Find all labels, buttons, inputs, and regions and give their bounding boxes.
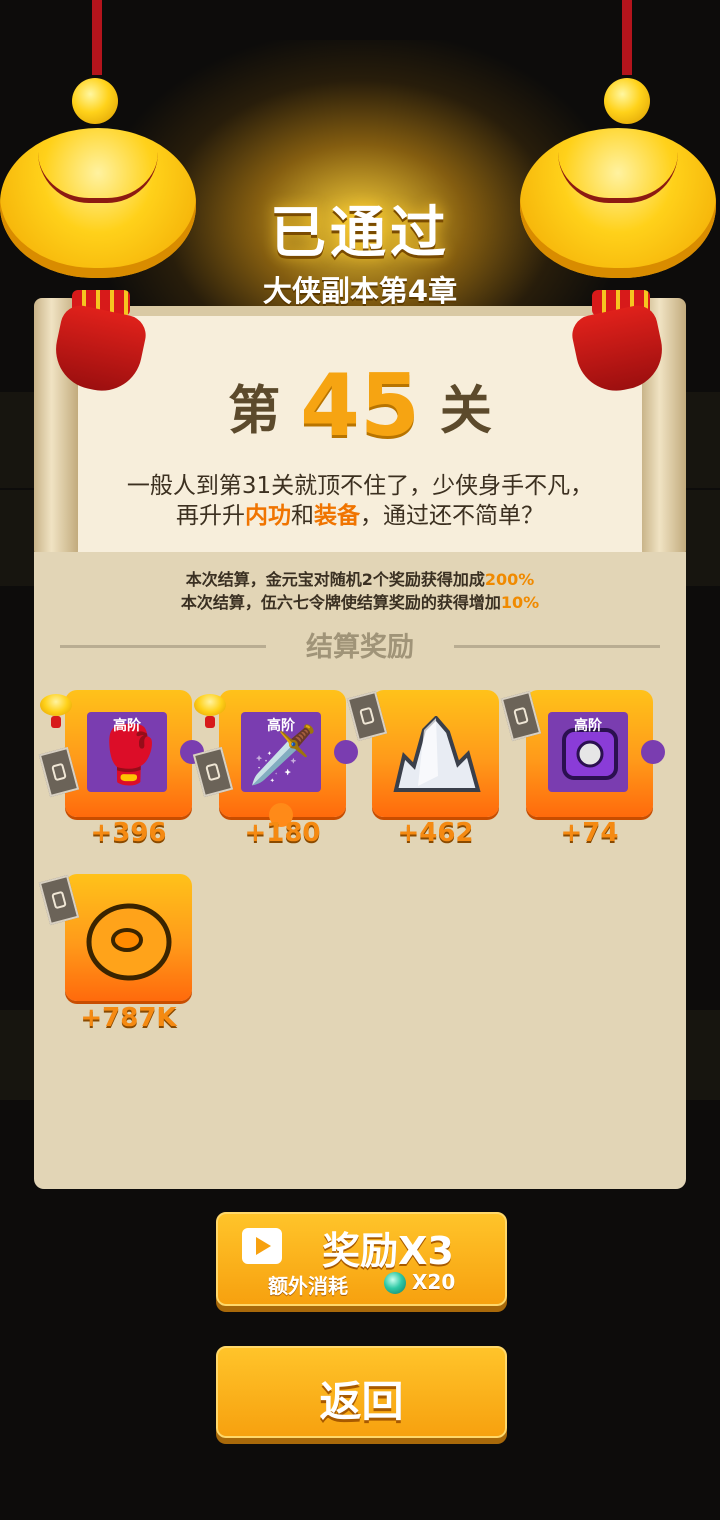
gold-ingot-badge-icon	[194, 694, 226, 716]
stage-description-line2: 再升升内功和装备，通过还不简单？	[0, 496, 720, 530]
tier-label: 高阶	[267, 718, 295, 734]
tier-label: 高阶	[574, 718, 602, 734]
bonus-text: 本次结算，伍六七令牌使结算奖励的获得增加	[180, 593, 501, 612]
tassel-icon	[51, 716, 61, 728]
stage-indicator: 第 45 关	[0, 356, 720, 456]
crystal-icon	[382, 715, 490, 796]
bonus-text: 本次结算，金元宝对随机2个奖励获得加成	[185, 570, 485, 589]
reward-amount: +74	[560, 818, 619, 848]
inner-power-highlight: 内功	[245, 503, 291, 529]
rewards-section-title: 结算奖励	[306, 632, 414, 663]
stage-prefix: 第	[228, 381, 281, 442]
desc-text: ，通过还不简单？	[360, 503, 544, 529]
reward-card[interactable]	[372, 690, 499, 817]
desc-text: 和	[291, 503, 314, 529]
back-button[interactable]: 返回	[216, 1346, 507, 1438]
extra-cost-label: 额外消耗	[268, 1274, 348, 1298]
desc-text: 再升升	[176, 503, 245, 529]
tier-label: 高阶	[113, 718, 141, 734]
reward-amount: +396	[90, 818, 167, 848]
gold-ingot-right-icon	[520, 0, 720, 399]
extra-cost-value: X20	[412, 1270, 456, 1294]
gem-icon	[384, 1272, 406, 1294]
stage-number: 45	[300, 356, 420, 456]
bonus-percent: 10%	[500, 593, 540, 612]
reward-card[interactable]: 🥊 高阶	[65, 690, 204, 817]
gold-ingot-left-icon	[0, 0, 200, 399]
bonus-info-line1: 本次结算，金元宝对随机2个奖励获得加成200%	[0, 566, 720, 590]
tassel-icon	[205, 716, 215, 728]
stage-suffix: 关	[439, 381, 492, 442]
reward-card[interactable]: 🗡️ 高阶	[219, 690, 358, 827]
bonus-info-line2: 本次结算，伍六七令牌使结算奖励的获得增加10%	[0, 589, 720, 613]
reward-amount: +462	[397, 818, 474, 848]
reward-card[interactable]	[65, 874, 192, 1001]
reward-amount: +180	[244, 818, 321, 848]
reward-amount: +787K	[80, 1003, 177, 1033]
reward-x3-label: 奖励X3	[322, 1229, 454, 1273]
video-play-icon	[242, 1228, 282, 1264]
bonus-percent: 200%	[484, 570, 535, 589]
reward-x3-button[interactable]: 奖励X3 额外消耗 X20	[216, 1212, 507, 1306]
reward-card[interactable]: 高阶	[526, 690, 665, 817]
gold-ingot-badge-icon	[40, 694, 72, 716]
back-button-label: 返回	[319, 1377, 404, 1426]
gold-coin-icon	[79, 900, 179, 981]
stage-description-line1: 一般人到第31关就顶不住了，少侠身手不凡，	[126, 473, 594, 499]
equipment-highlight: 装备	[314, 503, 360, 529]
